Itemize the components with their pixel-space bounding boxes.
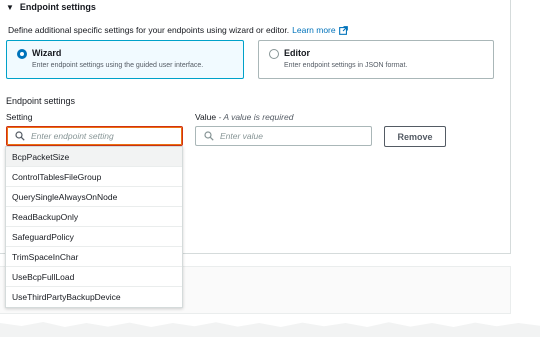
value-label-text: Value <box>195 112 217 122</box>
editor-title: Editor <box>284 48 310 58</box>
setting-label: Setting <box>6 112 33 122</box>
setting-placeholder: Enter endpoint setting <box>31 131 114 141</box>
external-link-icon[interactable] <box>338 25 348 35</box>
dropdown-option[interactable]: UseBcpFullLoad <box>6 267 182 287</box>
section-header[interactable]: ▼ Endpoint settings <box>6 2 96 12</box>
intro-text: Define additional specific settings for … <box>8 25 348 35</box>
dropdown-option[interactable]: ControlTablesFileGroup <box>6 167 182 187</box>
wizard-radio[interactable] <box>17 49 27 59</box>
dropdown-option[interactable]: BcpPacketSize <box>6 147 182 167</box>
intro-description: Define additional specific settings for … <box>8 25 290 35</box>
wizard-title: Wizard <box>32 48 62 58</box>
search-icon <box>204 131 214 141</box>
dropdown-option[interactable]: UseThirdPartyBackupDevice <box>6 287 182 307</box>
settings-subheading: Endpoint settings <box>6 96 76 106</box>
dropdown-option[interactable]: QuerySingleAlwaysOnNode <box>6 187 182 207</box>
value-input[interactable]: Enter value <box>195 126 372 146</box>
editor-radio[interactable] <box>269 49 279 59</box>
editor-tile[interactable]: Editor Enter endpoint settings in JSON f… <box>258 40 494 79</box>
remove-button[interactable]: Remove <box>384 126 446 147</box>
wizard-description: Enter endpoint settings using the guided… <box>32 62 204 69</box>
caret-down-icon[interactable]: ▼ <box>6 3 14 12</box>
setting-dropdown-list: BcpPacketSize ControlTablesFileGroup Que… <box>5 146 183 308</box>
dropdown-option[interactable]: TrimSpaceInChar <box>6 247 182 267</box>
search-icon <box>15 131 25 141</box>
value-placeholder: Enter value <box>220 131 263 141</box>
dropdown-option[interactable]: ReadBackupOnly <box>6 207 182 227</box>
editor-description: Enter endpoint settings in JSON format. <box>284 62 408 69</box>
value-label: Value - A value is required <box>195 112 293 122</box>
value-required-hint: - A value is required <box>216 112 294 122</box>
wizard-tile[interactable]: Wizard Enter endpoint settings using the… <box>6 40 244 79</box>
learn-more-link[interactable]: Learn more <box>292 25 335 35</box>
setting-search-input[interactable]: Enter endpoint setting <box>6 126 183 146</box>
section-title: Endpoint settings <box>19 2 96 12</box>
torn-edge-decoration <box>0 322 540 337</box>
dropdown-option[interactable]: SafeguardPolicy <box>6 227 182 247</box>
